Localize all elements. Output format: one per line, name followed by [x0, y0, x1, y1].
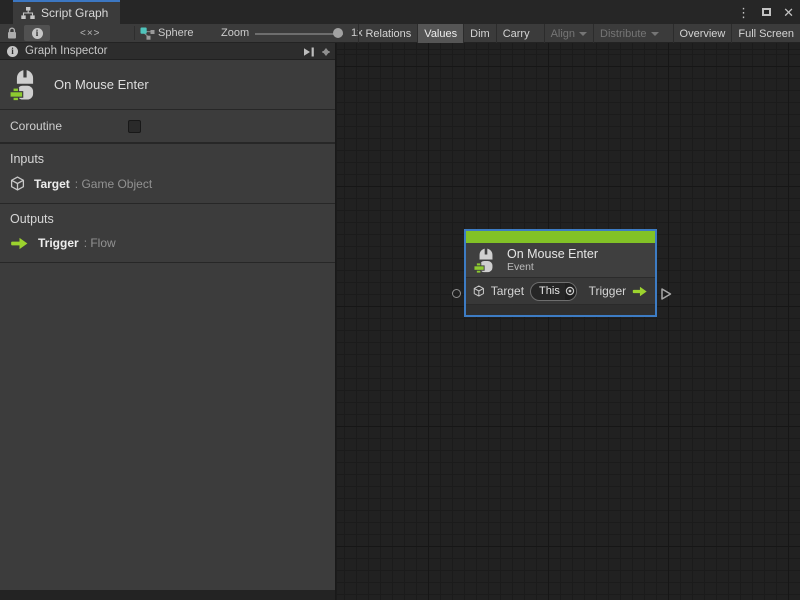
node-header: On Mouse Enter Event: [466, 243, 655, 277]
dim-button[interactable]: Dim: [463, 24, 496, 43]
graph-inspector-title: Graph Inspector: [25, 45, 107, 57]
close-icon[interactable]: ✕: [783, 6, 794, 19]
node-subtitle: Event: [507, 261, 598, 273]
input-type: : Game Object: [75, 177, 152, 191]
tab-label: Script Graph: [41, 6, 108, 20]
input-connection-port[interactable]: [452, 289, 461, 298]
info-icon: i: [32, 28, 43, 39]
align-dropdown-button[interactable]: Align: [544, 24, 593, 43]
mouse-event-icon: [474, 247, 498, 274]
info-icon: i: [7, 46, 18, 57]
flow-arrow-icon: [10, 237, 29, 250]
zoom-label: Zoom: [221, 24, 249, 42]
output-row-trigger: Trigger : Flow: [0, 236, 335, 250]
full-screen-button[interactable]: Full Screen: [731, 24, 800, 43]
unit-title: On Mouse Enter: [54, 77, 149, 92]
mouse-event-icon: [10, 68, 40, 102]
graph-inspector-panel: i Graph Inspector: [0, 43, 335, 590]
object-picker-button[interactable]: [565, 283, 576, 300]
node-accent-bar: [466, 231, 655, 243]
output-port-label: Trigger: [589, 284, 627, 298]
target-value: This: [539, 285, 560, 297]
graph-hierarchy-icon: [21, 7, 35, 19]
toolbar: i <×> Sphere Zoom 1x Relations Values Di…: [0, 24, 800, 43]
graph-inspector-titlebar: i Graph Inspector: [0, 43, 335, 60]
zoom-slider-handle[interactable]: [333, 28, 343, 38]
unit-header: On Mouse Enter: [0, 60, 335, 110]
inputs-title: Inputs: [0, 152, 335, 166]
window-controls: ⋮ ✕: [737, 0, 794, 24]
overview-button[interactable]: Overview: [673, 24, 732, 43]
distribute-dropdown-button[interactable]: Distribute: [593, 24, 664, 43]
game-object-cube-icon: [473, 284, 485, 298]
coroutine-checkbox[interactable]: [128, 120, 141, 133]
output-connection-port[interactable]: [660, 287, 672, 301]
graph-asset-icon: [140, 24, 155, 42]
chevron-down-icon: [579, 32, 587, 40]
game-object-cube-icon: [10, 176, 25, 191]
window-menu-icon[interactable]: ⋮: [737, 6, 750, 19]
node-title: On Mouse Enter: [507, 247, 598, 261]
output-type: : Flow: [84, 236, 116, 250]
coroutine-row: Coroutine: [0, 110, 335, 144]
zoom-slider-track[interactable]: [255, 33, 343, 35]
values-button[interactable]: Values: [417, 24, 463, 43]
inputs-section: Inputs Target : Game Object: [0, 144, 335, 204]
flow-arrow-icon: [632, 285, 648, 298]
outputs-section: Outputs Trigger : Flow: [0, 204, 335, 263]
coroutine-label: Coroutine: [10, 119, 62, 133]
target-value-field[interactable]: This: [530, 282, 577, 301]
dock-panel-icon[interactable]: [303, 47, 315, 57]
object-picker-icon: [565, 286, 575, 296]
outputs-title: Outputs: [0, 212, 335, 226]
output-name: Trigger: [38, 236, 79, 250]
toolbar-divider: [134, 26, 135, 40]
toolbar-right-group: Relations Values Dim Carry Align Distrib…: [358, 24, 800, 43]
relations-button[interactable]: Relations: [358, 24, 417, 43]
maximize-icon[interactable]: [762, 8, 771, 16]
graph-reference-label[interactable]: Sphere: [158, 24, 193, 42]
tab-bar: Script Graph ⋮ ✕: [0, 0, 800, 24]
input-name: Target: [34, 177, 70, 191]
node-footer: [466, 304, 655, 315]
chevron-down-icon: [651, 32, 659, 40]
arrow-down-icon[interactable]: [322, 51, 330, 60]
carry-button[interactable]: Carry: [496, 24, 536, 43]
edit-graph-icon[interactable]: <×>: [80, 24, 101, 42]
input-port-label: Target: [491, 284, 524, 298]
unity-script-graph-window: Script Graph ⋮ ✕ i <×>: [0, 0, 800, 600]
node-port-row: Target This Trigger: [466, 277, 655, 304]
inspector-toggle-button[interactable]: i: [24, 25, 50, 41]
tab-script-graph[interactable]: Script Graph: [13, 0, 120, 24]
window-bottom-edge: [0, 590, 335, 600]
graph-canvas[interactable]: On Mouse Enter Event Target This: [336, 43, 800, 600]
input-row-target: Target : Game Object: [0, 176, 335, 191]
node-on-mouse-enter[interactable]: On Mouse Enter Event Target This: [464, 229, 657, 317]
lock-icon[interactable]: [7, 24, 17, 42]
scroll-spinner[interactable]: [320, 44, 332, 60]
